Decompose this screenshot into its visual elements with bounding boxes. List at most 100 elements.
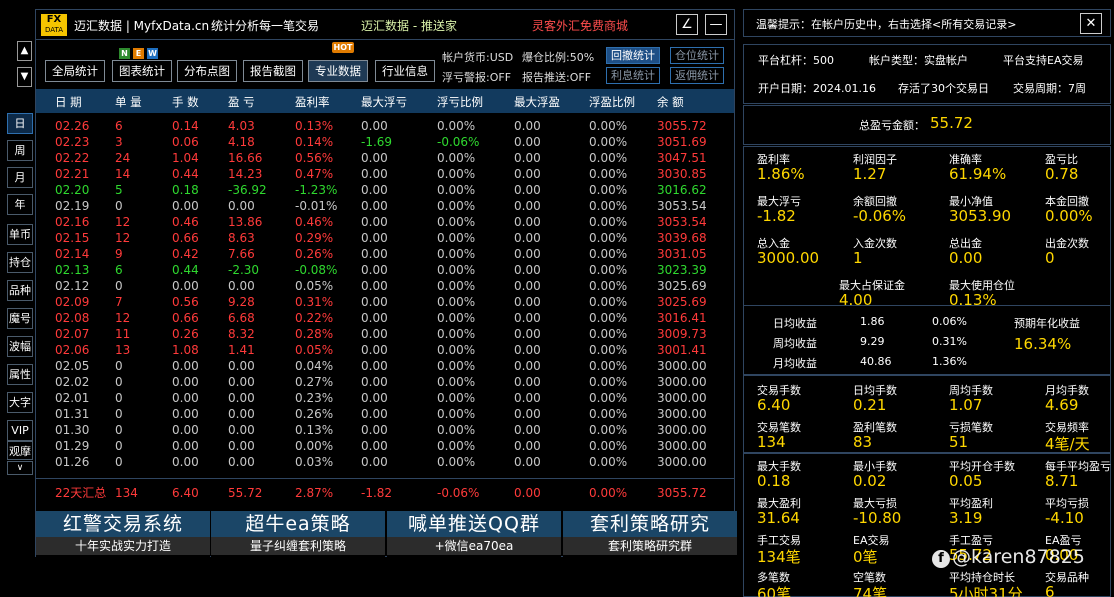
metric-value: 0 — [1045, 249, 1055, 267]
promo-link[interactable]: 灵客外汇免费商城 — [532, 17, 628, 34]
side-button-9[interactable]: 属性 — [7, 364, 33, 385]
detail-section: 最大手数 0.18 最小手数 0.02 平均开仓手数 0.05 每手平均盈亏 8.71 最大盈利… — [743, 453, 1111, 597]
table-header: 日 期 单 量 手 数 盈 亏 盈利率 最大浮亏 浮亏比例 最大浮盈 浮盈比例 余 额 — [36, 89, 734, 113]
table-cell: 1.41 — [228, 343, 255, 357]
tab-report-screenshot[interactable]: 报告截图 — [243, 60, 303, 82]
column-header: 最大浮亏 — [361, 95, 407, 109]
side-button-1[interactable]: 周 — [7, 140, 33, 161]
tab-global-stats[interactable]: 全局统计 — [45, 60, 105, 82]
side-button-11[interactable]: VIP — [7, 420, 33, 441]
table-cell: 02.21 — [55, 167, 90, 181]
side-button-7[interactable]: 魔号 — [7, 308, 33, 329]
table-cell: 0.00% — [589, 455, 628, 469]
table-cell: 0.00% — [437, 391, 476, 405]
table-cell: 3016.41 — [657, 311, 707, 325]
table-cell: 0.00 — [514, 407, 541, 421]
watermark: f @karen87825 — [932, 546, 1085, 568]
table-cell: 02.05 — [55, 359, 90, 373]
table-cell: 0.00 — [228, 359, 255, 373]
table-cell: 0.00 — [361, 343, 388, 357]
total-pl-section: 总盈亏金额： 55.72 — [743, 105, 1111, 145]
side-button-0[interactable]: 日 — [7, 113, 33, 134]
table-cell: 0.05% — [295, 279, 334, 293]
table-cell: 0.00% — [437, 183, 476, 197]
table-cell: 0.00 — [514, 215, 541, 229]
withdraw-stats-button[interactable]: 回撤统计 — [606, 47, 660, 64]
table-cell: 0.42 — [172, 247, 199, 261]
promo-ea-strategy[interactable]: 超牛ea策略 量子纠缠套利策略 — [211, 511, 385, 557]
table-cell: 0.00 — [514, 279, 541, 293]
interest-stats-button[interactable]: 利息统计 — [606, 67, 660, 84]
table-cell: 02.19 — [55, 199, 90, 213]
tab-distribution[interactable]: 分布点图 — [177, 60, 237, 82]
scroll-down-icon[interactable]: ▼ — [17, 67, 32, 87]
table-cell: 0.00% — [437, 167, 476, 181]
table-cell: 0.00% — [437, 199, 476, 213]
table-cell: 0.00% — [437, 407, 476, 421]
table-cell: 0.00% — [589, 359, 628, 373]
side-button-2[interactable]: 月 — [7, 167, 33, 188]
metric-value: 1.86% — [757, 165, 805, 183]
promo-qq-group[interactable]: 喊单推送QQ群 +微信ea70ea — [387, 511, 561, 557]
table-cell: 0.00 — [172, 439, 199, 453]
table-cell: 0.18 — [172, 183, 199, 197]
table-cell: 12 — [115, 311, 131, 325]
table-cell: 3001.41 — [657, 343, 707, 357]
promo-red-alert[interactable]: 红警交易系统 十年实战实力打造 — [36, 511, 210, 557]
table-cell: 0.00 — [361, 407, 388, 421]
table-cell: 12 — [115, 215, 131, 229]
window-center-title: 迈汇数据 - 推送家 — [361, 19, 457, 33]
tab-pro-data[interactable]: 专业数据 — [308, 60, 368, 82]
table-cell: 0.00% — [589, 407, 628, 421]
table-cell: 0.00% — [589, 183, 628, 197]
side-button-10[interactable]: 大字 — [7, 392, 33, 413]
tab-industry-info[interactable]: 行业信息 — [375, 60, 435, 82]
scroll-up-icon[interactable]: ▲ — [17, 41, 32, 61]
table-cell: 0.00% — [589, 343, 628, 357]
table-row: 02.19 0 0.00 0.00 -0.01% 0.00 0.00% 0.00 0.00% 30… — [36, 198, 734, 214]
total-pl-value: 55.72 — [930, 114, 973, 132]
side-button-12[interactable]: 观摩 — [7, 441, 33, 460]
table-cell: 0.00% — [295, 439, 334, 453]
table-cell: 24 — [115, 151, 131, 165]
table-cell: 02.22 — [55, 151, 90, 165]
promo-arbitrage[interactable]: 套利策略研究 套利策略研究群 — [563, 511, 737, 557]
app-window: ▲ ▼ 日周月年单币 持仓 品种 魔号 波幅 属性 大字 VIP 观摩 ∨ FX DATA 迈汇数据… — [0, 0, 1114, 597]
table-row: 02.12 0 0.00 0.00 0.05% 0.00 0.00% 0.00 0.00% 302… — [36, 278, 734, 294]
table-cell: 0.13% — [295, 119, 334, 133]
table-cell: -1.69 — [361, 135, 393, 149]
table-cell: 0.00% — [437, 119, 476, 133]
tip-text: 温馨提示：在帐户历史中，右击选择<所有交易记录> — [756, 18, 1017, 31]
tip-bar: 温馨提示：在帐户历史中，右击选择<所有交易记录> ✕ — [743, 9, 1111, 37]
side-button-6[interactable]: 品种 — [7, 280, 33, 301]
minimize-icon[interactable]: — — [705, 14, 727, 35]
side-button-8[interactable]: 波幅 — [7, 336, 33, 357]
summary-cell: 134 — [115, 486, 138, 500]
side-button-3[interactable]: 年 — [7, 194, 33, 215]
table-cell: 0.00 — [514, 151, 541, 165]
table-row: 02.06 13 1.08 1.41 0.05% 0.00 0.00% 0.00 0.00% 30… — [36, 342, 734, 358]
side-button-5[interactable]: 持仓 — [7, 252, 33, 273]
tab-chart-stats[interactable]: 图表统计 — [112, 60, 172, 82]
table-cell: 0.00 — [361, 183, 388, 197]
table-cell: 02.08 — [55, 311, 90, 325]
commission-stats-button[interactable]: 返佣统计 — [670, 67, 724, 84]
close-icon[interactable]: ✕ — [1080, 13, 1102, 34]
table-cell: 01.26 — [55, 455, 90, 469]
table-row: 02.13 6 0.44 -2.30 -0.08% 0.00 0.00% 0.00 0.00% 3… — [36, 262, 734, 278]
table-cell: 3009.73 — [657, 327, 707, 341]
side-button-4[interactable]: 单币 — [7, 224, 33, 245]
metric-value: 4笔/天 — [1045, 435, 1090, 453]
position-stats-button[interactable]: 仓位统计 — [670, 47, 724, 64]
summary-cell: -0.06% — [437, 486, 480, 500]
table-cell: 0.00 — [514, 327, 541, 341]
pen-icon[interactable]: ∠ — [676, 14, 698, 35]
table-cell: 0.00 — [361, 311, 388, 325]
return-label: 日均收益 — [773, 317, 817, 330]
metric-value: 31.64 — [757, 509, 800, 527]
expand-more-icon[interactable]: ∨ — [7, 461, 33, 475]
table-cell: 0.56% — [295, 151, 334, 165]
table-cell: 3025.69 — [657, 279, 707, 293]
table-cell: 0.00% — [589, 119, 628, 133]
metric-value: -4.10 — [1045, 509, 1084, 527]
